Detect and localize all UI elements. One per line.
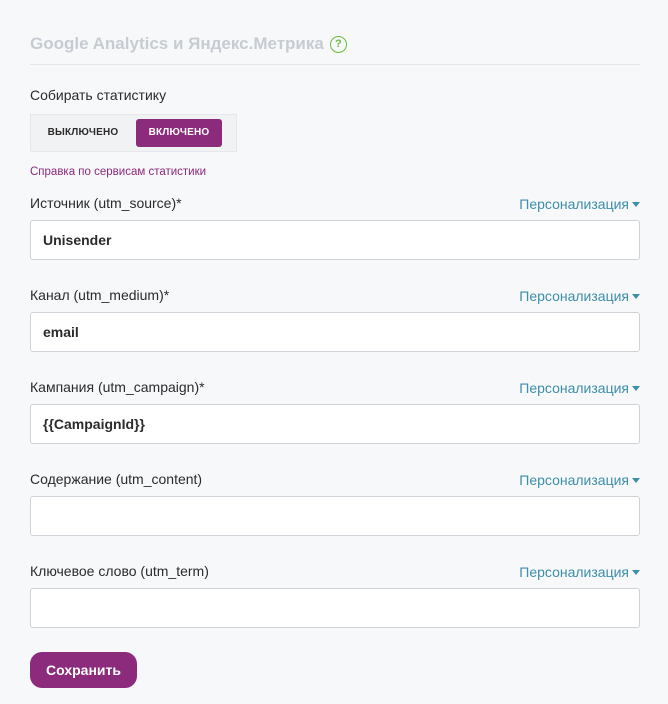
personalize-label: Персонализация (519, 564, 629, 580)
utm-source-label: Источник (utm_source)* (30, 195, 182, 211)
caret-down-icon (632, 385, 640, 391)
toggle-on-option[interactable]: ВКЛЮЧЕНО (136, 119, 222, 147)
utm-content-label: Содержание (utm_content) (30, 471, 203, 487)
section-title: Google Analytics и Яндекс.Метрика ? (30, 34, 347, 54)
utm-source-input[interactable] (30, 220, 640, 260)
utm-medium-label: Канал (utm_medium)* (30, 287, 170, 303)
save-button[interactable]: Сохранить (30, 652, 137, 688)
personalize-label: Персонализация (519, 288, 629, 304)
toggle-off-option[interactable]: ВЫКЛЮЧЕНО (32, 119, 134, 147)
title-divider (30, 64, 640, 65)
utm-content-personalize-dropdown[interactable]: Персонализация (519, 472, 640, 488)
utm-term-personalize-dropdown[interactable]: Персонализация (519, 564, 640, 580)
collect-stats-label: Собирать статистику (30, 87, 167, 103)
utm-source-personalize-dropdown[interactable]: Персонализация (519, 196, 640, 212)
utm-medium-personalize-dropdown[interactable]: Персонализация (519, 288, 640, 304)
utm-term-input[interactable] (30, 588, 640, 628)
caret-down-icon (632, 569, 640, 575)
stats-help-link[interactable]: Справка по сервисам статистики (30, 166, 206, 178)
utm-campaign-label: Кампания (utm_campaign)* (30, 379, 205, 395)
personalize-label: Персонализация (519, 196, 629, 212)
utm-campaign-input[interactable] (30, 404, 640, 444)
collect-stats-toggle: ВЫКЛЮЧЕНО ВКЛЮЧЕНО (30, 114, 237, 152)
utm-settings-panel: Google Analytics и Яндекс.Метрика ? Соби… (0, 0, 668, 704)
caret-down-icon (632, 293, 640, 299)
question-circle-icon[interactable]: ? (329, 35, 347, 53)
utm-term-label: Ключевое слово (utm_term) (30, 563, 209, 579)
utm-medium-input[interactable] (30, 312, 640, 352)
utm-content-input[interactable] (30, 496, 640, 536)
section-title-text: Google Analytics и Яндекс.Метрика (30, 34, 324, 53)
caret-down-icon (632, 201, 640, 207)
caret-down-icon (632, 477, 640, 483)
utm-campaign-personalize-dropdown[interactable]: Персонализация (519, 380, 640, 396)
personalize-label: Персонализация (519, 380, 629, 396)
personalize-label: Персонализация (519, 472, 629, 488)
